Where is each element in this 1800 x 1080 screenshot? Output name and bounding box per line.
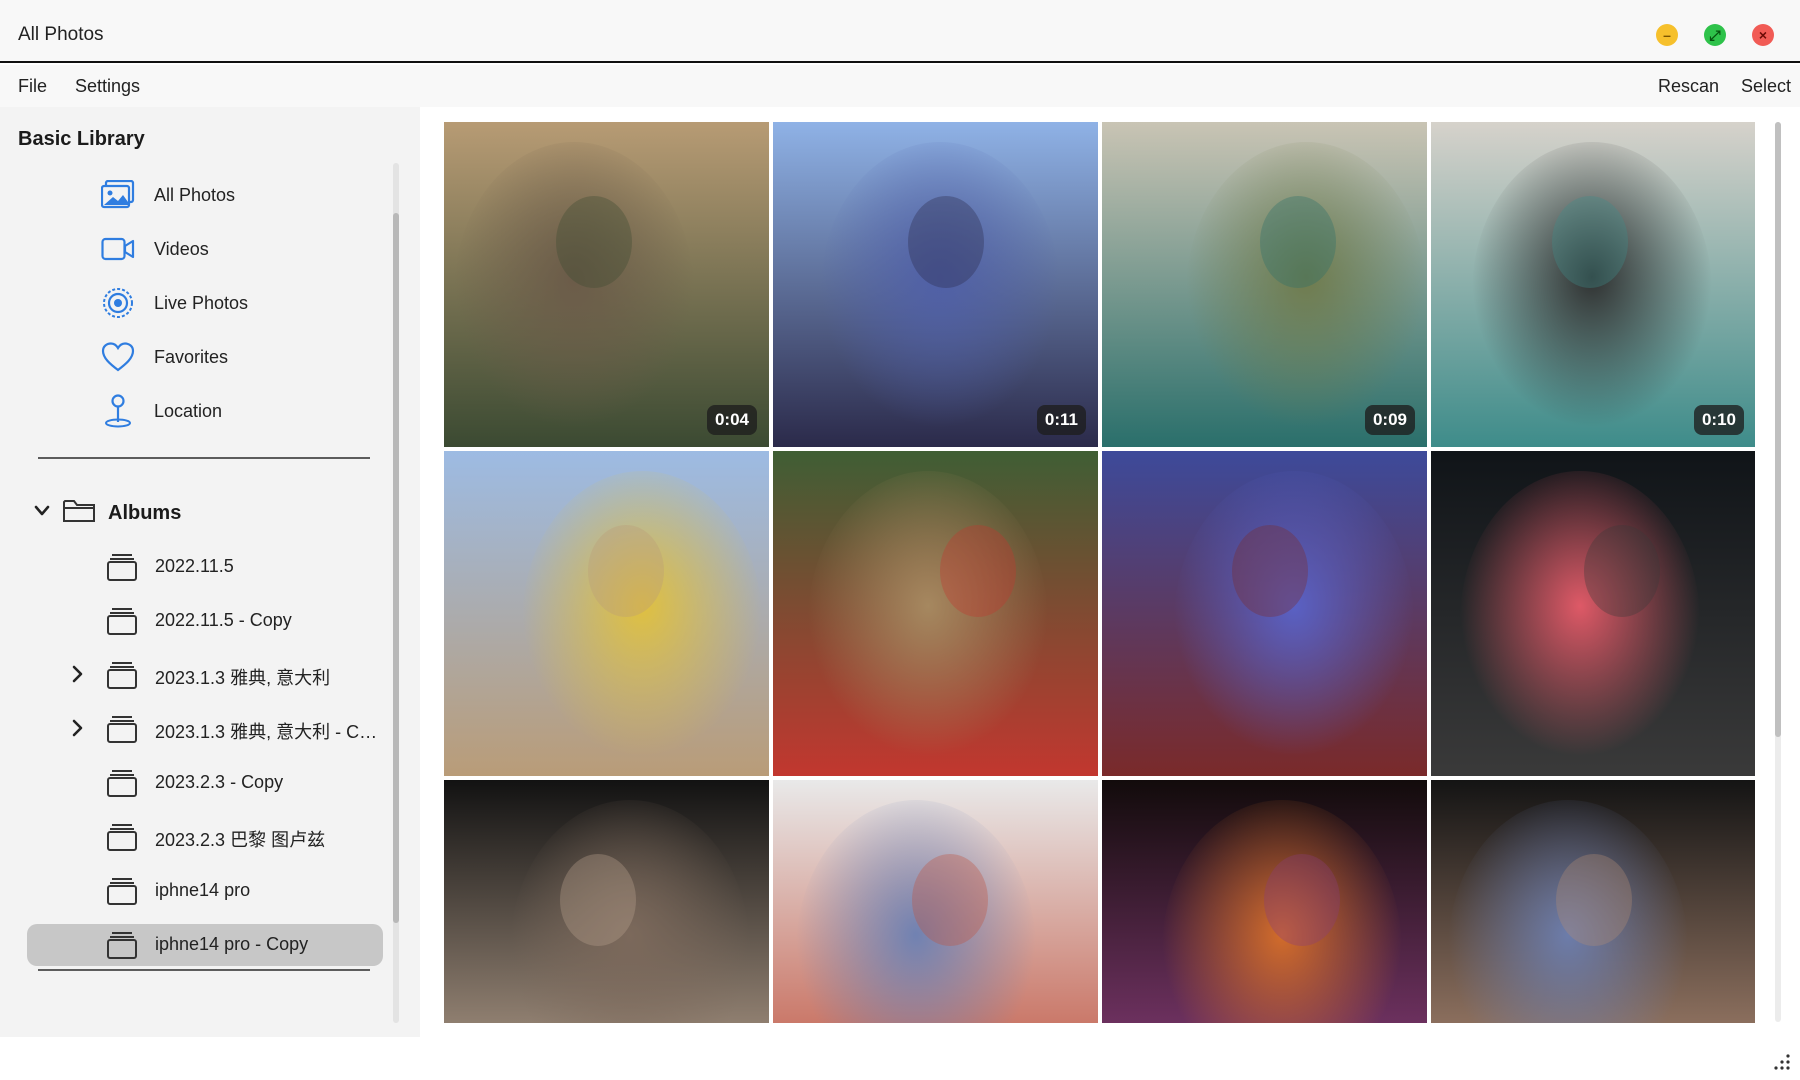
basic-library-title: Basic Library bbox=[18, 128, 145, 150]
album-item[interactable]: 2023.1.3 雅典, 意大利 - Co... bbox=[27, 708, 383, 750]
sidebar-item-all-photos[interactable]: All Photos bbox=[100, 175, 380, 215]
album-stack-icon bbox=[107, 715, 137, 743]
sidebar-divider bbox=[38, 457, 370, 459]
thumbnail-image bbox=[444, 780, 769, 1023]
sidebar-item-location[interactable]: Location bbox=[100, 391, 380, 431]
thumbnail-image bbox=[444, 451, 769, 776]
album-item[interactable]: 2022.11.5 bbox=[27, 546, 383, 588]
video-camera-icon bbox=[100, 231, 136, 267]
title-bar: All Photos – ⤢ × bbox=[0, 0, 1800, 63]
resize-grip-icon[interactable] bbox=[1770, 1050, 1792, 1072]
location-pin-icon bbox=[100, 393, 136, 429]
album-stack-icon bbox=[107, 607, 137, 635]
thumbnail-image bbox=[1431, 122, 1755, 447]
sidebar-item-label: Favorites bbox=[154, 346, 229, 367]
heart-icon bbox=[100, 339, 136, 375]
sidebar-item-label: All Photos bbox=[154, 184, 236, 205]
album-label: 2023.1.3 雅典, 意大利 bbox=[155, 668, 331, 688]
thumbnail-image bbox=[1102, 451, 1427, 776]
video-thumbnail[interactable]: 0:09 bbox=[1102, 122, 1427, 447]
video-thumbnail[interactable]: 0:11 bbox=[773, 122, 1098, 447]
album-item[interactable]: iphne14 pro - Copy bbox=[27, 924, 383, 966]
albums-header[interactable]: Albums bbox=[34, 493, 181, 533]
thumbnail-image bbox=[1102, 122, 1427, 447]
photo-thumbnail[interactable] bbox=[444, 780, 769, 1023]
photo-grid-scrollbar-thumb[interactable] bbox=[1775, 122, 1781, 737]
thumbnail-image bbox=[444, 122, 769, 447]
photo-thumbnail[interactable] bbox=[773, 780, 1098, 1023]
thumbnail-image bbox=[1102, 780, 1427, 1023]
thumbnail-image bbox=[773, 451, 1098, 776]
maximize-icon: ⤢ bbox=[1709, 27, 1721, 43]
album-label: 2023.2.3 巴黎 图卢兹 bbox=[155, 830, 326, 850]
minimize-icon: – bbox=[1663, 27, 1671, 43]
album-stack-icon bbox=[107, 823, 137, 851]
photo-thumbnail[interactable] bbox=[1102, 451, 1427, 776]
video-thumbnail[interactable]: 0:04 bbox=[444, 122, 769, 447]
thumbnail-image bbox=[1431, 780, 1755, 1023]
video-duration-badge: 0:04 bbox=[706, 405, 757, 435]
chevron-down-icon[interactable] bbox=[34, 504, 50, 522]
menu-bar: File Settings Rescan Select bbox=[0, 65, 1800, 107]
photo-thumbnail[interactable] bbox=[1431, 451, 1755, 776]
thumbnail-image bbox=[1431, 451, 1755, 776]
folder-icon bbox=[62, 498, 96, 529]
album-label: 2023.1.3 雅典, 意大利 - Co... bbox=[155, 722, 381, 742]
album-stack-icon bbox=[107, 661, 137, 689]
sidebar-item-videos[interactable]: Videos bbox=[100, 229, 380, 269]
photos-icon bbox=[100, 177, 136, 213]
sidebar: Basic Library All Photos Videos Live Pho… bbox=[0, 107, 420, 1037]
album-stack-icon bbox=[107, 931, 137, 959]
chevron-right-icon[interactable] bbox=[71, 664, 85, 684]
album-item[interactable]: 2023.2.3 巴黎 图卢兹 bbox=[27, 816, 383, 858]
sidebar-scrollbar[interactable] bbox=[393, 163, 399, 1023]
video-thumbnail[interactable]: 0:10 bbox=[1431, 122, 1755, 447]
photo-thumbnail[interactable] bbox=[444, 451, 769, 776]
photo-thumbnail[interactable] bbox=[1102, 780, 1427, 1023]
thumbnail-image bbox=[773, 780, 1098, 1023]
rescan-button[interactable]: Rescan bbox=[1658, 76, 1719, 97]
album-label: 2022.11.5 - Copy bbox=[155, 610, 292, 630]
album-stack-icon bbox=[107, 877, 137, 905]
photo-thumbnail[interactable] bbox=[773, 451, 1098, 776]
thumbnail-image bbox=[773, 122, 1098, 447]
album-stack-icon bbox=[107, 553, 137, 581]
sidebar-divider bbox=[38, 969, 370, 971]
close-button[interactable]: × bbox=[1752, 24, 1774, 46]
album-item[interactable]: 2022.11.5 - Copy bbox=[27, 600, 383, 642]
album-item[interactable]: 2023.1.3 雅典, 意大利 bbox=[27, 654, 383, 696]
sidebar-item-favorites[interactable]: Favorites bbox=[100, 337, 380, 377]
menu-settings[interactable]: Settings bbox=[75, 76, 140, 97]
photo-thumbnail[interactable] bbox=[1431, 780, 1755, 1023]
menu-file[interactable]: File bbox=[18, 76, 47, 97]
album-label: iphne14 pro - Copy bbox=[155, 934, 309, 954]
live-photo-icon bbox=[100, 285, 136, 321]
album-label: 2022.11.5 bbox=[155, 556, 234, 576]
sidebar-item-label: Videos bbox=[154, 238, 209, 259]
album-item[interactable]: 2023.2.3 - Copy bbox=[27, 762, 383, 804]
album-label: 2023.2.3 - Copy bbox=[155, 772, 284, 792]
chevron-right-icon[interactable] bbox=[71, 718, 85, 738]
select-button[interactable]: Select bbox=[1741, 76, 1791, 97]
sidebar-item-label: Location bbox=[154, 400, 223, 421]
video-duration-badge: 0:09 bbox=[1364, 405, 1415, 435]
photo-grid-scrollbar[interactable] bbox=[1775, 122, 1781, 1022]
window-title: All Photos bbox=[18, 24, 104, 45]
maximize-button[interactable]: ⤢ bbox=[1704, 24, 1726, 46]
video-duration-badge: 0:10 bbox=[1693, 405, 1744, 435]
video-duration-badge: 0:11 bbox=[1036, 405, 1086, 435]
album-item[interactable]: iphne14 pro bbox=[27, 870, 383, 912]
sidebar-item-label: Live Photos bbox=[154, 292, 249, 313]
photo-grid: 0:04 0:11 0:09 0:10 bbox=[444, 122, 1755, 1023]
album-label: iphne14 pro bbox=[155, 880, 251, 900]
minimize-button[interactable]: – bbox=[1656, 24, 1678, 46]
sidebar-scrollbar-thumb[interactable] bbox=[393, 213, 399, 923]
albums-header-label: Albums bbox=[108, 501, 182, 524]
album-stack-icon bbox=[107, 769, 137, 797]
sidebar-item-live-photos[interactable]: Live Photos bbox=[100, 283, 380, 323]
close-icon: × bbox=[1758, 27, 1768, 43]
